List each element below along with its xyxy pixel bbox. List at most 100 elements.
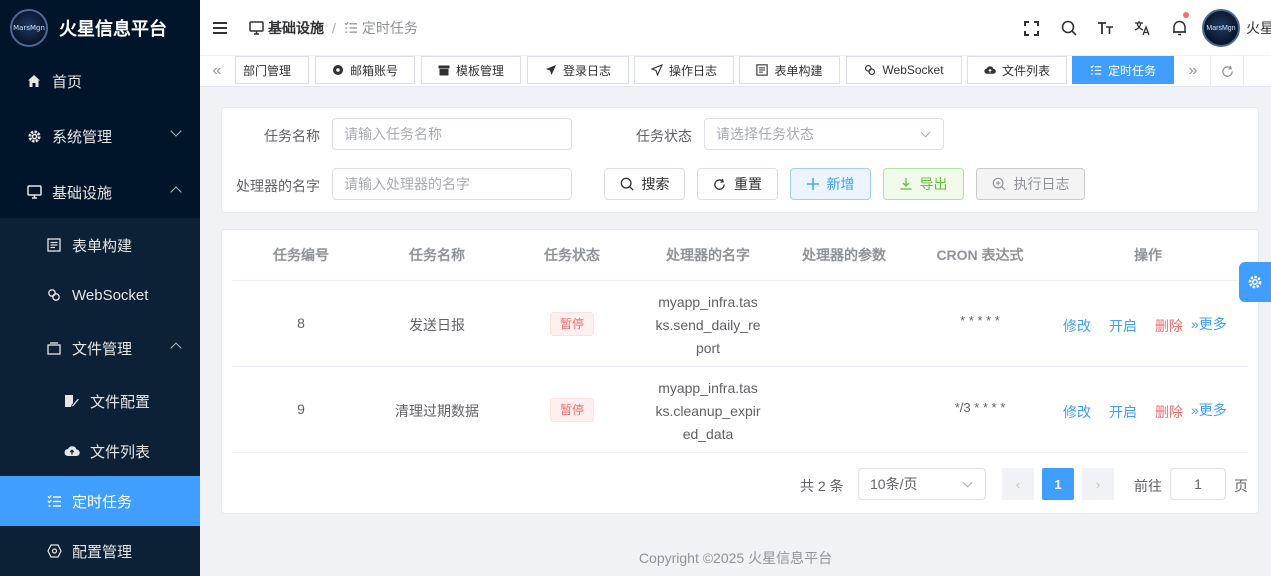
- fullscreen-icon[interactable]: [1013, 0, 1050, 56]
- chevron-up-icon: [170, 342, 182, 354]
- sidebar-item-config-management[interactable]: 配置管理: [0, 526, 200, 576]
- form-icon: [756, 64, 769, 76]
- sidebar-item-scheduled-tasks[interactable]: 定时任务: [0, 476, 200, 526]
- monitor-icon: [26, 184, 42, 200]
- task-status-select[interactable]: 请选择任务状态: [704, 118, 944, 150]
- search-form-card: 任务名称 任务状态 请选择任务状态 处理器的名字 搜索 重置 新增 导出 执行日…: [221, 107, 1259, 213]
- sidebar-item-label: 表单构建: [72, 237, 133, 255]
- link-icon: [864, 64, 876, 76]
- execution-log-button[interactable]: 执行日志: [976, 168, 1085, 200]
- column-header: 任务编号: [273, 247, 329, 263]
- edit-link[interactable]: 修改: [1063, 316, 1091, 336]
- pagination-total: 共 2 条: [800, 478, 844, 494]
- settings-button[interactable]: [1239, 262, 1271, 302]
- user-name[interactable]: 火星: [1246, 18, 1271, 38]
- status-badge: 暂停: [550, 398, 594, 422]
- tab-form-builder[interactable]: 表单构建: [739, 56, 840, 84]
- tab-template[interactable]: 模板管理: [421, 56, 521, 84]
- task-id: 9: [297, 401, 305, 417]
- gear-icon: [26, 128, 42, 144]
- task-list-icon: [46, 493, 62, 509]
- task-name: 发送日报: [409, 317, 465, 333]
- gear-icon: [1248, 275, 1262, 289]
- chevron-down-icon: [962, 477, 973, 488]
- tab-label: 模板管理: [455, 63, 504, 78]
- sidebar: MarsMgn 火星信息平台 首页 系统管理 基础设施 表单构建 WebSock…: [0, 0, 200, 576]
- sidebar-item-system[interactable]: 系统管理: [0, 111, 200, 161]
- tab-label: 文件列表: [1001, 63, 1050, 78]
- plus-icon: [806, 178, 819, 190]
- reset-button[interactable]: 重置: [697, 168, 778, 200]
- refresh-icon: [713, 178, 726, 191]
- tabs-scroll-left-icon[interactable]: «: [200, 56, 234, 86]
- folder-icon: [46, 340, 62, 356]
- page-number-button[interactable]: 1: [1042, 468, 1074, 500]
- sidebar-item-form-builder[interactable]: 表单构建: [0, 220, 200, 270]
- search-button[interactable]: 搜索: [604, 168, 685, 200]
- search-icon: [620, 177, 634, 191]
- sidebar-item-infra[interactable]: 基础设施: [0, 167, 200, 217]
- home-icon: [26, 73, 42, 89]
- tab-login-log[interactable]: 登录日志: [527, 56, 629, 84]
- translate-icon[interactable]: [1124, 0, 1161, 56]
- tabs-menu-icon[interactable]: [1243, 56, 1271, 86]
- page-suffix: 页: [1234, 478, 1248, 494]
- sidebar-item-file-config[interactable]: 文件配置: [0, 376, 200, 426]
- sidebar-item-label: 配置管理: [72, 543, 133, 561]
- handler-name: myapp_infra.tas ks.send_daily_re port: [655, 294, 761, 356]
- link-icon: [46, 287, 62, 303]
- notification-bell-icon[interactable]: [1161, 0, 1198, 56]
- sidebar-item-file-list[interactable]: 文件列表: [0, 426, 200, 476]
- avatar[interactable]: MarsMgn: [1202, 9, 1240, 47]
- sidebar-item-label: 首页: [52, 73, 83, 91]
- add-button[interactable]: 新增: [790, 168, 871, 200]
- top-header: 基础设施 / 定时任务 MarsMgn 火星: [200, 0, 1271, 56]
- goto-page-input[interactable]: [1170, 468, 1226, 500]
- next-page-button[interactable]: ›: [1082, 468, 1114, 500]
- export-button[interactable]: 导出: [883, 168, 964, 200]
- tab-scheduled-tasks[interactable]: 定时任务: [1072, 56, 1174, 84]
- delete-link[interactable]: 删除: [1155, 402, 1183, 422]
- tab-mail-account[interactable]: 邮箱账号: [315, 56, 415, 84]
- column-header: 操作: [1134, 247, 1162, 263]
- edit-link[interactable]: 修改: [1063, 402, 1091, 422]
- start-link[interactable]: 开启: [1109, 402, 1137, 422]
- chevron-up-icon: [170, 186, 182, 198]
- sidebar-item-label: WebSocket: [72, 286, 149, 304]
- task-list-icon: [1090, 64, 1102, 76]
- breadcrumb: 基础设施 / 定时任务: [249, 18, 418, 38]
- font-size-icon[interactable]: [1087, 0, 1124, 56]
- page-size-select[interactable]: 10条/页: [858, 468, 986, 500]
- prev-page-button[interactable]: ‹: [1002, 468, 1034, 500]
- tab-file-list[interactable]: 文件列表: [967, 56, 1067, 84]
- handler-name-label: 处理器的名字: [236, 178, 320, 194]
- tab-websocket[interactable]: WebSocket: [846, 56, 962, 84]
- logo-image: MarsMgn: [10, 9, 48, 47]
- config-icon: [46, 543, 62, 559]
- send-outline-icon: [650, 64, 663, 76]
- goto-label: 前往: [1134, 478, 1162, 494]
- handler-name-input[interactable]: [332, 168, 572, 200]
- delete-link[interactable]: 删除: [1155, 316, 1183, 336]
- breadcrumb-item-tasks: 定时任务: [344, 18, 418, 38]
- app-title: 火星信息平台: [59, 19, 167, 39]
- tab-department[interactable]: 部门管理: [235, 56, 309, 84]
- hamburger-menu-icon[interactable]: [213, 21, 229, 34]
- sidebar-item-websocket[interactable]: WebSocket: [0, 270, 200, 320]
- more-dropdown[interactable]: »更多: [1191, 400, 1227, 420]
- column-header: 任务名称: [409, 247, 465, 263]
- cron-expression: */3 * * * *: [954, 400, 1006, 415]
- task-list-icon: [344, 21, 357, 33]
- zoom-in-icon: [992, 177, 1006, 191]
- breadcrumb-item-infra[interactable]: 基础设施: [249, 18, 324, 38]
- start-link[interactable]: 开启: [1109, 316, 1137, 336]
- tab-operation-log[interactable]: 操作日志: [634, 56, 734, 84]
- sidebar-item-file-management[interactable]: 文件管理: [0, 323, 200, 373]
- tabs-scroll-right-icon[interactable]: »: [1176, 56, 1210, 86]
- task-name-input[interactable]: [332, 118, 572, 150]
- sidebar-item-home[interactable]: 首页: [0, 56, 200, 106]
- form-icon: [46, 237, 62, 253]
- refresh-icon[interactable]: [1210, 56, 1244, 86]
- more-dropdown[interactable]: »更多: [1191, 314, 1227, 334]
- search-icon[interactable]: [1050, 0, 1087, 56]
